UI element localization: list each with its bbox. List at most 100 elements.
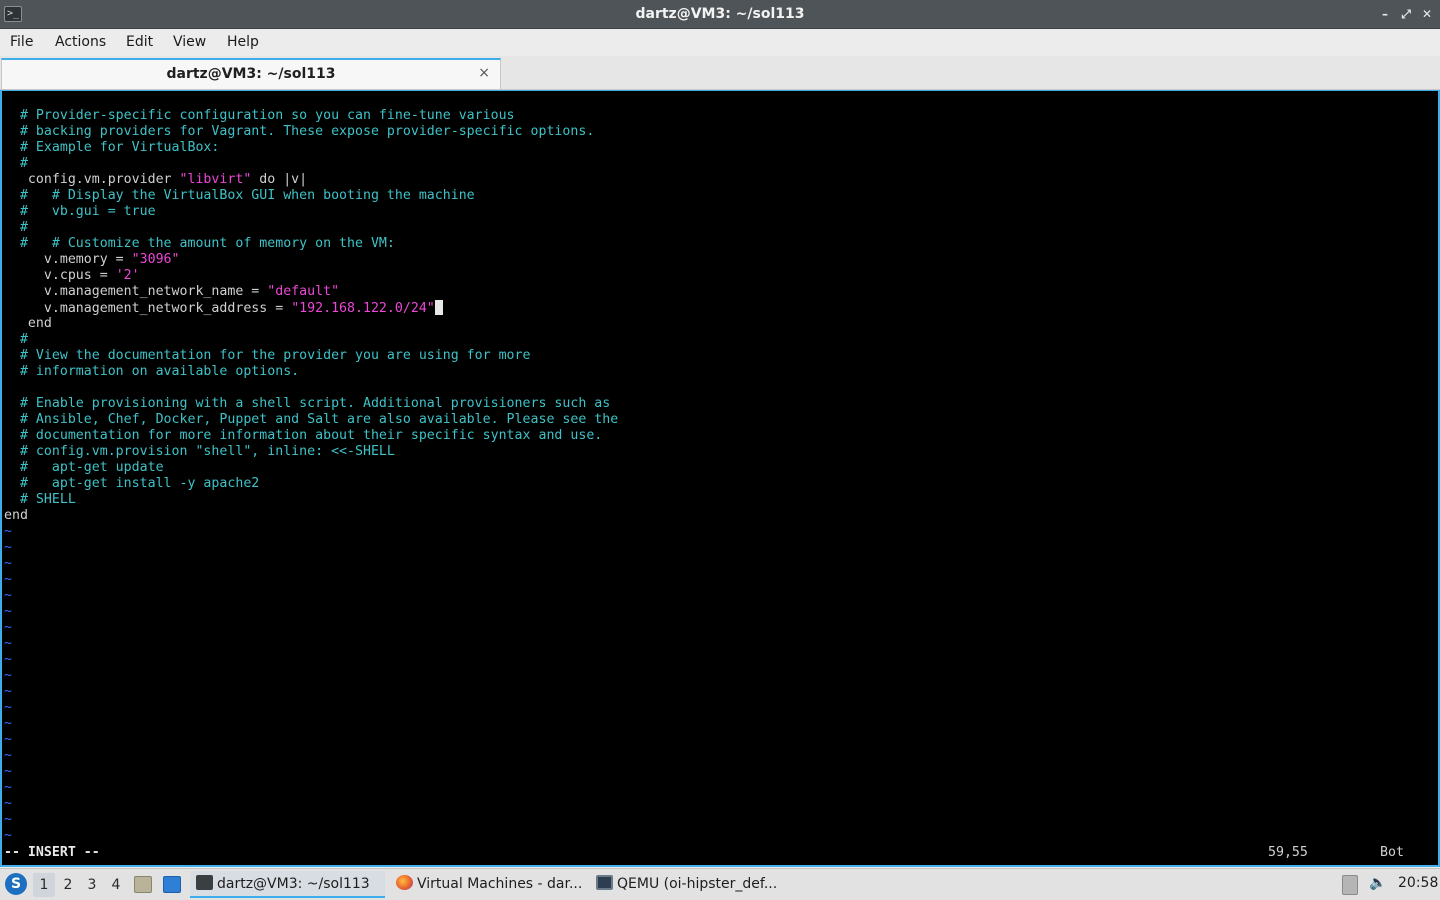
code-line: # # Customize the amount of memory on th… xyxy=(4,236,618,252)
text-cursor xyxy=(434,300,443,315)
empty-line-marker: ~ xyxy=(4,732,12,747)
empty-line-marker: ~ xyxy=(4,748,12,763)
empty-line-marker: ~ xyxy=(4,684,12,699)
empty-line-marker: ~ xyxy=(4,828,12,843)
monitor-icon xyxy=(596,875,613,890)
code-line: v.memory = "3096" xyxy=(4,252,618,268)
tab-terminal[interactable]: dartz@VM3: ~/sol113 × xyxy=(1,58,501,89)
menu-edit[interactable]: Edit xyxy=(126,34,153,50)
terminal-view[interactable]: # Provider-specific configuration so you… xyxy=(0,90,1440,867)
app-launcher-icon[interactable]: S xyxy=(5,873,27,895)
code-string: '2' xyxy=(115,268,140,283)
empty-line-marker: ~ xyxy=(4,540,12,555)
desktop-3-button[interactable]: 3 xyxy=(81,873,103,897)
file-manager-icon[interactable] xyxy=(134,876,152,893)
desktop-1-button[interactable]: 1 xyxy=(33,873,55,897)
volume-icon[interactable]: 🔈 xyxy=(1369,875,1386,891)
empty-line-marker: ~ xyxy=(4,716,12,731)
show-desktop-icon[interactable] xyxy=(163,876,181,893)
code-comment: # apt-get update xyxy=(4,460,164,475)
code-line: # Enable provisioning with a shell scrip… xyxy=(4,396,618,412)
menu-actions[interactable]: Actions xyxy=(55,34,106,50)
terminal-icon xyxy=(196,875,213,890)
code-line: # View the documentation for the provide… xyxy=(4,348,618,364)
code-line: # documentation for more information abo… xyxy=(4,428,618,444)
code-text: v.management_network_name = xyxy=(4,284,268,299)
task-firefox[interactable]: Virtual Machines - dar... xyxy=(390,871,590,898)
empty-line-marker: ~ xyxy=(4,556,12,571)
menu-help[interactable]: Help xyxy=(227,34,259,50)
code-line: # SHELL xyxy=(4,492,618,508)
taskbar: S 1 2 3 4 dartz@VM3: ~/sol113 Virtual Ma… xyxy=(0,868,1440,900)
code-line: # Ansible, Chef, Docker, Puppet and Salt… xyxy=(4,412,618,428)
menu-view[interactable]: View xyxy=(173,34,206,50)
code-comment: # SHELL xyxy=(4,492,76,507)
window-title: dartz@VM3: ~/sol113 xyxy=(635,6,805,22)
empty-line-marker: ~ xyxy=(4,668,12,683)
task-label: Virtual Machines - dar... xyxy=(417,876,583,892)
empty-line-marker: ~ xyxy=(4,764,12,779)
desktop-2-button[interactable]: 2 xyxy=(57,873,79,897)
code-comment: # View the documentation for the provide… xyxy=(4,348,531,363)
code-line: config.vm.provider "libvirt" do |v| xyxy=(4,172,618,188)
code-text: v.memory = xyxy=(4,252,132,267)
minimize-button[interactable]: – xyxy=(1377,6,1393,22)
code-line: # vb.gui = true xyxy=(4,204,618,220)
empty-line-marker: ~ xyxy=(4,604,12,619)
scroll-position: Bot xyxy=(1380,845,1404,860)
empty-line-marker: ~ xyxy=(4,652,12,667)
code-text: do |v| xyxy=(251,172,308,187)
empty-line-marker: ~ xyxy=(4,636,12,651)
code-line: end xyxy=(4,316,618,332)
code-comment: # Enable provisioning with a shell scrip… xyxy=(4,396,611,411)
code-line: # information on available options. xyxy=(4,364,618,380)
code-string: "default" xyxy=(267,284,340,299)
code-comment: # # Display the VirtualBox GUI when boot… xyxy=(4,188,475,203)
code-comment: # apt-get install -y apache2 xyxy=(4,476,260,491)
empty-line-marker: ~ xyxy=(4,572,12,587)
menu-bar: File Actions Edit View Help xyxy=(0,29,1440,56)
maximize-button[interactable]: ⤢ xyxy=(1398,6,1414,22)
task-qemu[interactable]: QEMU (oi-hipster_def... xyxy=(590,871,790,898)
empty-line-marker: ~ xyxy=(4,620,12,635)
empty-line-marker: ~ xyxy=(4,780,12,795)
code-line: # xyxy=(4,220,618,236)
tab-close-icon[interactable]: × xyxy=(478,65,490,81)
code-string: "libvirt" xyxy=(179,172,252,187)
cursor-position: 59,55 xyxy=(1268,845,1308,860)
code-line: # xyxy=(4,332,618,348)
code-comment: # Provider-specific configuration so you… xyxy=(4,108,515,123)
firefox-icon xyxy=(396,875,413,890)
vim-mode-indicator: -- INSERT -- xyxy=(4,845,100,860)
code-line: # apt-get install -y apache2 xyxy=(4,476,618,492)
clock[interactable]: 20:58 xyxy=(1398,875,1438,891)
code-comment: # xyxy=(4,156,28,171)
battery-icon[interactable] xyxy=(1342,875,1358,895)
empty-line-marker: ~ xyxy=(4,588,12,603)
code-line: # xyxy=(4,156,618,172)
code-text: v.management_network_address = xyxy=(4,301,292,316)
code-text: end xyxy=(4,316,52,331)
code-comment: # information on available options. xyxy=(4,364,300,379)
code-comment: # xyxy=(4,332,28,347)
code-comment: # documentation for more information abo… xyxy=(4,428,603,443)
code-text: v.cpus = xyxy=(4,268,116,283)
code-comment: # Ansible, Chef, Docker, Puppet and Salt… xyxy=(4,412,619,427)
window-titlebar: >_ dartz@VM3: ~/sol113 – ⤢ ✕ xyxy=(0,0,1440,29)
empty-line-marker: ~ xyxy=(4,700,12,715)
vim-buffer[interactable]: # Provider-specific configuration so you… xyxy=(4,108,618,844)
code-comment: # Example for VirtualBox: xyxy=(4,140,220,155)
close-button[interactable]: ✕ xyxy=(1419,6,1435,22)
code-comment: # vb.gui = true xyxy=(4,204,156,219)
task-terminal[interactable]: dartz@VM3: ~/sol113 xyxy=(190,871,385,898)
code-line: # Provider-specific configuration so you… xyxy=(4,108,618,124)
tab-bar: dartz@VM3: ~/sol113 × xyxy=(0,56,1440,90)
menu-file[interactable]: File xyxy=(10,34,33,50)
code-comment: # xyxy=(4,220,28,235)
code-line: v.cpus = '2' xyxy=(4,268,618,284)
desktop-4-button[interactable]: 4 xyxy=(105,873,127,897)
code-text: config.vm.provider xyxy=(4,172,180,187)
code-string: "192.168.122.0/24" xyxy=(291,301,435,316)
code-line: end xyxy=(4,508,618,524)
